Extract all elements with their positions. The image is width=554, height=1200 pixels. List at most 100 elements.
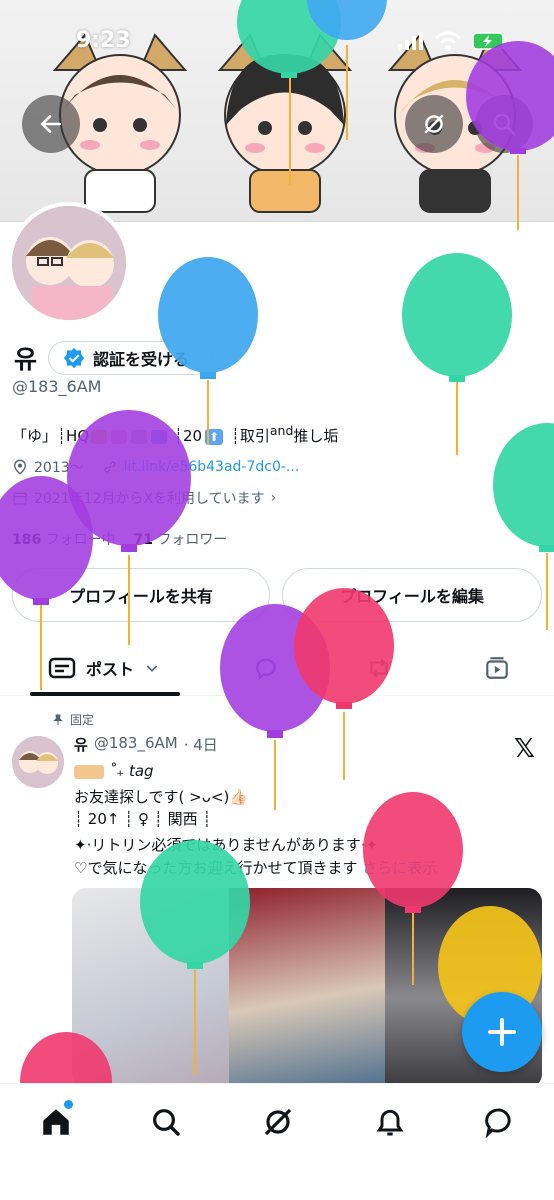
pin-icon	[53, 714, 63, 725]
nav-explore[interactable]	[146, 1102, 186, 1142]
media-image-2	[228, 888, 386, 1088]
media-image-1	[72, 888, 229, 1088]
compose-button[interactable]	[462, 992, 542, 1072]
plus-icon	[488, 1018, 516, 1046]
edit-profile-button[interactable]: プロフィールを編集	[282, 568, 542, 622]
bio-emoji-block	[111, 429, 128, 444]
verified-badge-icon	[63, 347, 85, 369]
reply-icon	[256, 658, 276, 680]
search-button[interactable]	[475, 95, 533, 153]
bio-text-age: 20	[182, 427, 203, 445]
tab-posts-label: ポスト	[86, 660, 135, 679]
chevron-right-icon[interactable]: ›	[271, 490, 277, 506]
x-logo-icon[interactable]: 𝕏	[514, 734, 535, 764]
profile-link[interactable]: lit.link/e56b43ad-7dc0-...	[124, 459, 300, 475]
battery-icon	[472, 32, 507, 50]
profile-banner: 9:23	[0, 0, 554, 222]
joined-date-row: 2021年12月からXを利用しています ›	[12, 488, 276, 508]
status-bar: 9:23	[0, 0, 554, 80]
status-time: 9:23	[76, 28, 131, 53]
profile-meta-row: 2013～ lit.link/e56b43ad-7dc0-...	[12, 457, 299, 477]
share-profile-button[interactable]: プロフィールを共有	[12, 568, 270, 622]
pinned-label: 固定	[70, 713, 95, 727]
signal-icon	[398, 32, 423, 50]
tab-media[interactable]	[482, 640, 512, 696]
grok-icon	[424, 114, 444, 134]
avatar-image	[12, 206, 126, 320]
nav-home[interactable]	[36, 1100, 76, 1142]
post-text-5: ♡で気になった方お迎え行かせて頂きます	[74, 859, 358, 877]
post-text-line-4: ✦·リトリン必須ではありませんがあります·✦	[74, 836, 379, 854]
edit-profile-label: プロフィールを編集	[340, 587, 484, 606]
bottom-navigation	[0, 1083, 554, 1200]
wifi-icon	[435, 31, 461, 51]
calendar-icon	[13, 492, 27, 505]
profile-handle: @183_6AM	[12, 377, 102, 396]
back-arrow-icon	[40, 115, 61, 133]
grok-button[interactable]	[405, 95, 463, 153]
nav-grok[interactable]	[258, 1102, 298, 1142]
explore-icon	[153, 1109, 180, 1136]
share-profile-label: プロフィールを共有	[69, 587, 213, 606]
post-header: 유 @183_6AM · 4日	[74, 734, 218, 755]
bio-text-trade: 取引	[239, 427, 270, 445]
bio-text-name: 「ゆ」	[12, 427, 58, 445]
messages-icon	[485, 1108, 511, 1138]
show-more-link[interactable]: さらに表示	[362, 859, 437, 877]
followers-count: 71	[133, 532, 153, 548]
notification-dot	[64, 1100, 73, 1109]
location-icon	[13, 459, 27, 475]
post-timestamp: · 4日	[183, 736, 218, 754]
post-text-line-3: ┊ 20↑ ┊ ♀ ┊ 関西 ┊	[74, 810, 212, 828]
bio-emoji-block	[151, 429, 168, 444]
post-avatar-image	[12, 736, 64, 788]
tag-emoji	[74, 764, 104, 779]
bio-emoji-block	[131, 429, 148, 444]
search-icon	[493, 113, 516, 136]
balloon	[220, 604, 330, 810]
profile-name: 유	[14, 345, 38, 374]
back-button[interactable]	[22, 95, 80, 153]
tab-replies[interactable]	[252, 640, 280, 696]
joined-text: 2021年12月からXを利用しています	[34, 491, 265, 507]
bio-emoji-block	[91, 429, 108, 444]
repost-icon	[370, 658, 388, 678]
chevron-down-icon[interactable]	[144, 660, 160, 676]
get-verified-button[interactable]: 認証を受ける	[48, 341, 213, 375]
bio-text-oshi: 推し垢	[293, 427, 339, 445]
link-icon	[104, 461, 116, 473]
balloon	[402, 253, 512, 455]
profile-bio: 「ゆ」┊HQ ┊20 ⬆ ┊取引and推し垢	[12, 423, 339, 445]
tab-posts[interactable]: ポスト	[48, 640, 160, 696]
following-count: 186	[12, 532, 42, 548]
tab-reposts[interactable]	[364, 640, 394, 696]
bio-text-hq: HQ	[66, 427, 90, 445]
bio-text-and: and	[269, 423, 294, 438]
active-tab-indicator	[30, 692, 180, 696]
post-text-line-5: ♡で気になった方お迎え行かせて頂きます さらに表示	[74, 857, 437, 878]
location-text: 2013～	[34, 460, 84, 476]
grok-nav-icon	[264, 1108, 292, 1136]
bell-icon	[376, 1109, 404, 1136]
posts-tab-icon	[48, 657, 76, 679]
post-author-avatar[interactable]	[12, 736, 64, 788]
media-icon	[486, 657, 508, 679]
post-text-line-1: ˚₊ tag	[74, 762, 154, 780]
profile-tabs: ポスト	[0, 640, 554, 696]
post-text-tag: ˚₊ tag	[108, 762, 154, 780]
pinned-label-row: 固定	[52, 711, 94, 728]
up-arrow-icon: ⬆	[205, 428, 224, 445]
nav-notifications[interactable]	[370, 1102, 410, 1142]
followers-label: フォロワー	[157, 532, 228, 548]
profile-avatar[interactable]	[8, 202, 130, 324]
post-text-line-2: お友達探しです( >ᴗ<)👍🏻	[74, 788, 249, 806]
follow-stats: 186 フォロー中 71 フォロワー	[12, 529, 227, 549]
post-author-handle: @183_6AM	[93, 734, 178, 752]
following-link[interactable]: 186 フォロー中	[12, 532, 116, 548]
post-author-name[interactable]: 유	[74, 734, 88, 755]
following-label: フォロー中	[45, 532, 116, 548]
followers-link[interactable]: 71 フォロワー	[134, 532, 228, 548]
get-verified-label: 認証を受ける	[93, 350, 190, 369]
home-icon	[43, 1109, 69, 1135]
nav-messages[interactable]	[480, 1102, 520, 1142]
